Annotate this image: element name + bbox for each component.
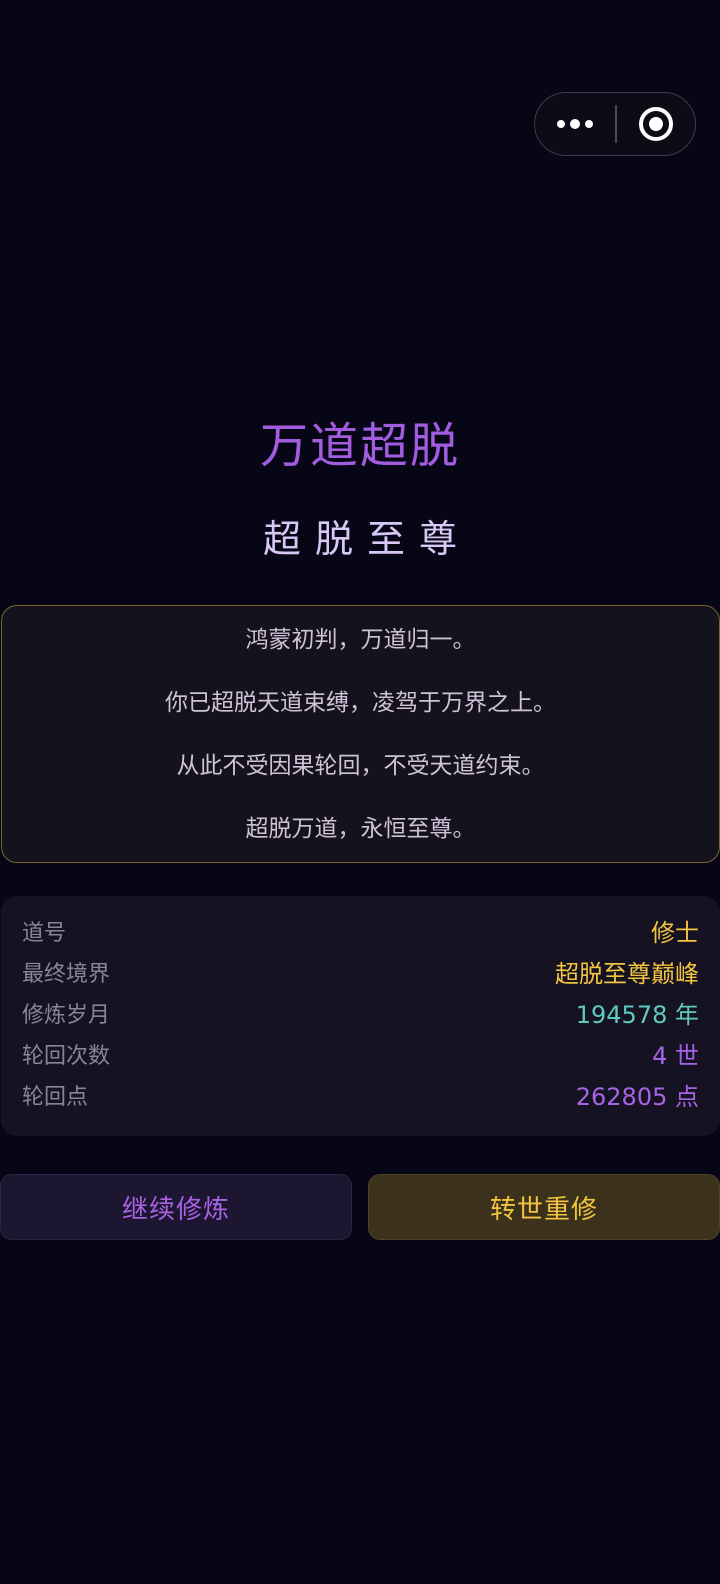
story-box: 鸿蒙初判，万道归一。 你已超脱天道束缚，凌驾于万界之上。 从此不受因果轮回，不受… [1, 605, 720, 863]
stat-label: 道号 [22, 920, 67, 946]
stat-value: 4 世 [652, 1042, 699, 1070]
page-subtitle: 超脱至尊 [262, 517, 471, 561]
stat-value: 超脱至尊巅峰 [555, 960, 699, 988]
stat-value: 194578 年 [575, 1001, 699, 1029]
more-dots-icon [557, 119, 593, 129]
stat-label: 修炼岁月 [22, 1002, 111, 1028]
close-miniprogram-button[interactable] [617, 93, 696, 155]
stat-label: 轮回点 [22, 1084, 89, 1110]
story-line: 你已超脱天道束缚，凌驾于万界之上。 [165, 689, 556, 716]
story-line: 超脱万道，永恒至尊。 [245, 815, 476, 842]
stat-value: 修士 [651, 919, 699, 947]
stat-label: 轮回次数 [22, 1043, 111, 1069]
stats-card: 道号 修士 最终境界 超脱至尊巅峰 修炼岁月 194578 年 轮回次数 4 世… [1, 896, 720, 1136]
rebirth-button[interactable]: 转世重修 [368, 1174, 720, 1240]
more-button[interactable] [535, 93, 615, 155]
stat-row-title: 道号 修士 [22, 910, 699, 951]
story-line: 从此不受因果轮回，不受天道约束。 [176, 752, 545, 779]
stat-label: 最终境界 [22, 961, 111, 987]
page-title: 万道超脱 [259, 418, 460, 474]
stat-row-years: 修炼岁月 194578 年 [22, 992, 699, 1033]
stat-row-realm: 最终境界 超脱至尊巅峰 [22, 951, 699, 992]
miniprogram-capsule [534, 92, 696, 156]
stat-row-rebirths: 轮回次数 4 世 [22, 1033, 699, 1074]
stat-value: 262805 点 [575, 1083, 699, 1111]
continue-cultivation-button[interactable]: 继续修炼 [0, 1174, 352, 1240]
story-line: 鸿蒙初判，万道归一。 [245, 626, 476, 653]
target-circle-icon [638, 107, 673, 141]
stat-row-points: 轮回点 262805 点 [22, 1074, 699, 1115]
